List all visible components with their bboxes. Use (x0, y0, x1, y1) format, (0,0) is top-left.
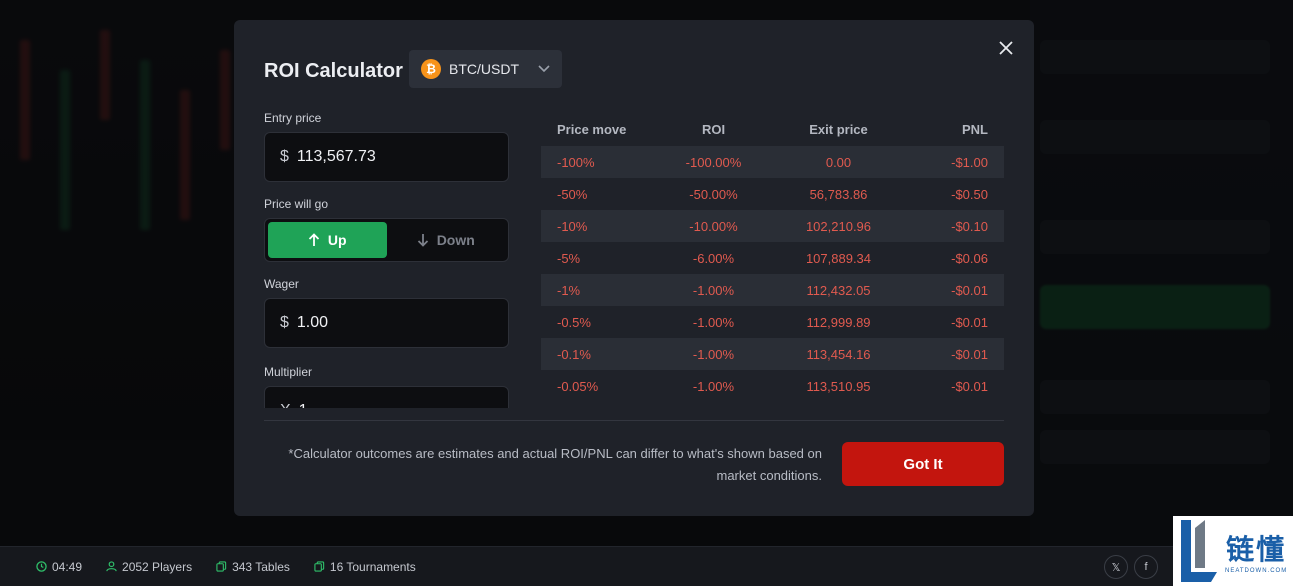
cell-price-move: -50% (557, 186, 588, 202)
cards-icon (216, 561, 227, 572)
cell-roi: -1.00% (692, 346, 735, 362)
watermark-en: NEATDOWN.COM (1225, 568, 1288, 574)
cell-roi: -50.00% (689, 186, 738, 202)
clock-icon (36, 561, 47, 572)
entry-price-input[interactable]: $ 113,567.73 (264, 132, 509, 182)
server-time-value: 04:49 (52, 559, 83, 574)
arrow-down-icon (417, 234, 428, 247)
server-time: 04:49 (36, 560, 82, 574)
cell-exit-price: 113,454.16 (806, 346, 871, 362)
cell-exit-price: 0.00 (825, 154, 852, 170)
players-count: 2052 Players (106, 560, 192, 574)
cards-icon (314, 561, 325, 572)
multiplier-prefix: X (280, 402, 291, 408)
multiplier-value: 1 (299, 402, 308, 408)
header-price-move: Price move (557, 121, 627, 137)
cell-exit-price: 112,999.89 (806, 314, 871, 330)
got-it-button[interactable]: Got It (842, 442, 1004, 486)
close-icon (999, 41, 1013, 55)
user-icon (106, 561, 117, 572)
table-row: -0.05% -1.00% 113,510.95 -$0.01 (541, 370, 1004, 402)
roi-table[interactable]: Price move ROI Exit price PNL -100% -100.… (541, 112, 1004, 408)
cell-price-move: -5% (557, 250, 581, 266)
cell-exit-price: 56,783.86 (809, 186, 868, 202)
bitcoin-icon: ₿ (421, 59, 441, 79)
tables-count: 343 Tables (216, 560, 290, 574)
direction-up-button[interactable]: Up (268, 222, 387, 258)
table-row: -50% -50.00% 56,783.86 -$0.50 (541, 178, 1004, 210)
chevron-down-icon (538, 63, 550, 75)
cell-roi: -1.00% (692, 282, 735, 298)
cell-pnl: -$0.10 (951, 218, 988, 234)
disclaimer-text: *Calculator outcomes are estimates and a… (288, 446, 822, 483)
cell-price-move: -0.1% (557, 346, 591, 362)
x-icon[interactable]: 𝕏 (1104, 555, 1128, 579)
entry-price-label: Entry price (264, 111, 322, 125)
table-row: -10% -10.00% 102,210.96 -$0.10 (541, 210, 1004, 242)
footer-divider (264, 420, 1004, 421)
table-row: -0.5% -1.00% 112,999.89 -$0.01 (541, 306, 1004, 338)
cell-roi: -1.00% (692, 378, 735, 394)
cell-roi: -10.00% (689, 218, 738, 234)
wager-value: 1.00 (296, 314, 329, 331)
table-row: -0.1% -1.00% 113,454.16 -$0.01 (541, 338, 1004, 370)
status-bar: 04:49 2052 Players 343 Tables 16 Tournam… (0, 546, 1293, 586)
watermark-cn: 链懂 (1226, 533, 1287, 566)
cell-exit-price: 107,889.34 (805, 250, 872, 266)
cell-pnl: -$0.01 (951, 378, 988, 394)
wager-label: Wager (264, 277, 299, 291)
header-pnl: PNL (962, 121, 988, 137)
direction-up-label: Up (327, 232, 347, 248)
table-row: -1% -1.00% 112,432.05 -$0.01 (541, 274, 1004, 306)
cell-roi: -1.00% (692, 314, 735, 330)
arrow-up-icon (308, 233, 320, 246)
cell-price-move: -10% (557, 218, 588, 234)
header-exit-price: Exit price (809, 121, 868, 137)
cell-pnl: -$0.01 (951, 282, 988, 298)
players-count-value: 2052 Players (122, 559, 193, 574)
roi-calculator-modal: ROI Calculator ₿ BTC/USDT Entry price $ … (234, 20, 1034, 516)
multiplier-input[interactable]: X 1 (264, 386, 509, 408)
cell-exit-price: 113,510.95 (806, 378, 871, 394)
cell-roi: -6.00% (692, 250, 735, 266)
cell-pnl: -$0.50 (951, 186, 988, 202)
facebook-icon[interactable]: f (1134, 555, 1158, 579)
entry-price-currency: $ (280, 148, 289, 165)
wager-currency: $ (280, 314, 289, 331)
watermark-mark (1177, 518, 1221, 584)
roi-table-header: Price move ROI Exit price PNL (541, 112, 1004, 146)
table-row: -100% -100.00% 0.00 -$1.00 (541, 146, 1004, 178)
tournaments-count: 16 Tournaments (314, 560, 416, 574)
direction-down-button[interactable]: Down (387, 222, 506, 258)
direction-down-label: Down (436, 232, 475, 248)
pair-select[interactable]: ₿ BTC/USDT (409, 50, 562, 88)
pair-select-label: BTC/USDT (449, 61, 519, 77)
cell-price-move: -0.05% (557, 378, 599, 394)
cell-price-move: -0.5% (557, 314, 591, 330)
cell-roi: -100.00% (685, 154, 742, 170)
cell-pnl: -$0.06 (951, 250, 988, 266)
direction-toggle: Up Down (264, 218, 509, 262)
tournaments-count-value: 16 Tournaments (329, 559, 416, 574)
cell-price-move: -100% (557, 154, 595, 170)
watermark-logo: 链懂 NEATDOWN.COM (1173, 516, 1293, 586)
table-row: -5% -6.00% 107,889.34 -$0.06 (541, 242, 1004, 274)
cell-exit-price: 112,432.05 (806, 282, 871, 298)
cell-pnl: -$1.00 (951, 154, 988, 170)
multiplier-label: Multiplier (264, 365, 313, 379)
cell-exit-price: 102,210.96 (805, 218, 872, 234)
social-links: 𝕏 f (1104, 555, 1164, 579)
tables-count-value: 343 Tables (232, 559, 290, 574)
entry-price-value: 113,567.73 (296, 148, 376, 165)
cell-pnl: -$0.01 (951, 346, 988, 362)
direction-label: Price will go (264, 197, 329, 211)
calculator-form: Entry price $ 113,567.73 Price will go U… (264, 108, 509, 408)
header-roi: ROI (701, 121, 726, 137)
cell-pnl: -$0.01 (951, 314, 988, 330)
cell-price-move: -1% (557, 282, 581, 298)
modal-title: ROI Calculator (264, 60, 403, 82)
close-button[interactable] (996, 38, 1016, 58)
wager-input[interactable]: $ 1.00 (264, 298, 509, 348)
